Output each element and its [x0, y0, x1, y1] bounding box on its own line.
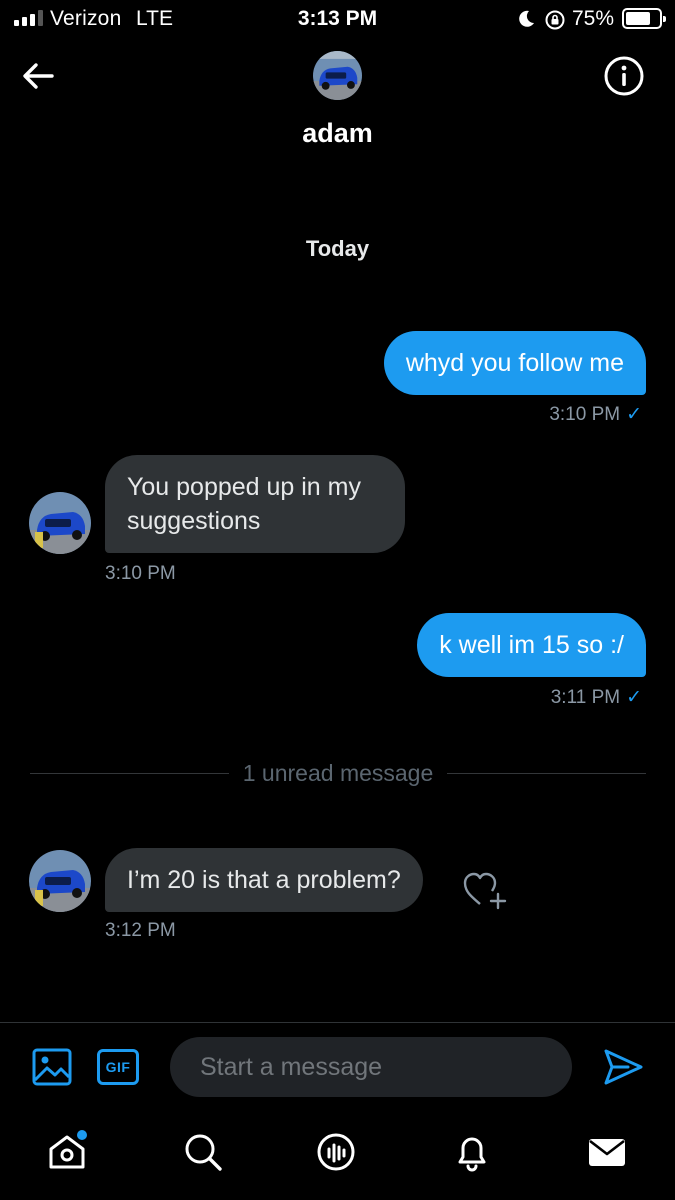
- incoming-message[interactable]: You popped up in my suggestions: [105, 455, 405, 553]
- composer-divider: [0, 1022, 675, 1023]
- message-text: You popped up in my suggestions: [127, 473, 361, 535]
- tab-notifications[interactable]: [450, 1130, 494, 1174]
- unread-divider: 1 unread message: [30, 756, 647, 790]
- message-input[interactable]: [170, 1037, 572, 1097]
- add-image-button[interactable]: [32, 1048, 72, 1086]
- outgoing-message[interactable]: whyd you follow me: [383, 331, 646, 395]
- send-icon: [604, 1049, 643, 1085]
- gif-button[interactable]: GIF: [97, 1049, 139, 1085]
- sender-avatar[interactable]: [29, 492, 91, 554]
- read-receipt-icon: ✓: [626, 404, 642, 425]
- search-icon: [185, 1134, 222, 1171]
- outgoing-message[interactable]: k well im 15 so :/: [417, 613, 646, 677]
- incoming-message[interactable]: I’m 20 is that a problem?: [105, 848, 423, 912]
- avatar-image: [313, 51, 362, 100]
- header-avatar[interactable]: [313, 51, 362, 100]
- orientation-lock-icon: [545, 10, 565, 30]
- message-time: 3:10 PM: [549, 404, 621, 425]
- read-receipt-icon: ✓: [626, 687, 642, 708]
- message-text: I’m 20 is that a problem?: [127, 866, 401, 894]
- spaces-icon: [317, 1133, 355, 1171]
- unread-label: 1 unread message: [242, 759, 434, 786]
- divider-line: [30, 772, 229, 774]
- tab-search[interactable]: [181, 1130, 225, 1174]
- message-timestamp: 3:10 PM ✓: [549, 403, 642, 426]
- bell-icon: [458, 1137, 486, 1172]
- message-time: 3:11 PM: [550, 687, 621, 708]
- status-bar: Verizon LTE 3:13 PM 75%: [0, 0, 675, 38]
- divider-line: [447, 772, 647, 774]
- sender-avatar[interactable]: [29, 850, 91, 912]
- info-icon: [604, 56, 644, 96]
- back-button[interactable]: [18, 58, 58, 94]
- gif-icon: GIF: [105, 1059, 131, 1075]
- day-separator: Today: [305, 236, 370, 261]
- heart-plus-icon: [463, 872, 507, 910]
- message-timestamp: 3:10 PM: [105, 563, 176, 584]
- tab-spaces[interactable]: [314, 1130, 358, 1174]
- image-icon: [32, 1048, 72, 1086]
- avatar-image: [29, 492, 91, 554]
- info-button[interactable]: [603, 55, 645, 97]
- mail-icon: [589, 1139, 625, 1166]
- message-timestamp: 3:11 PM ✓: [551, 686, 642, 709]
- back-arrow-icon: [23, 63, 54, 89]
- battery-icon: [622, 8, 666, 29]
- send-button[interactable]: [602, 1046, 644, 1088]
- add-reaction-button[interactable]: [462, 870, 510, 910]
- conversation-title[interactable]: adam: [0, 118, 675, 149]
- new-content-dot: [77, 1130, 87, 1140]
- moon-icon: [519, 10, 534, 27]
- battery-percent: 75%: [572, 7, 615, 30]
- message-text: whyd you follow me: [405, 349, 624, 377]
- message-timestamp: 3:12 PM: [105, 920, 176, 941]
- tab-messages[interactable]: [585, 1130, 629, 1174]
- message-text: k well im 15 so :/: [439, 631, 624, 659]
- avatar-image: [29, 850, 91, 912]
